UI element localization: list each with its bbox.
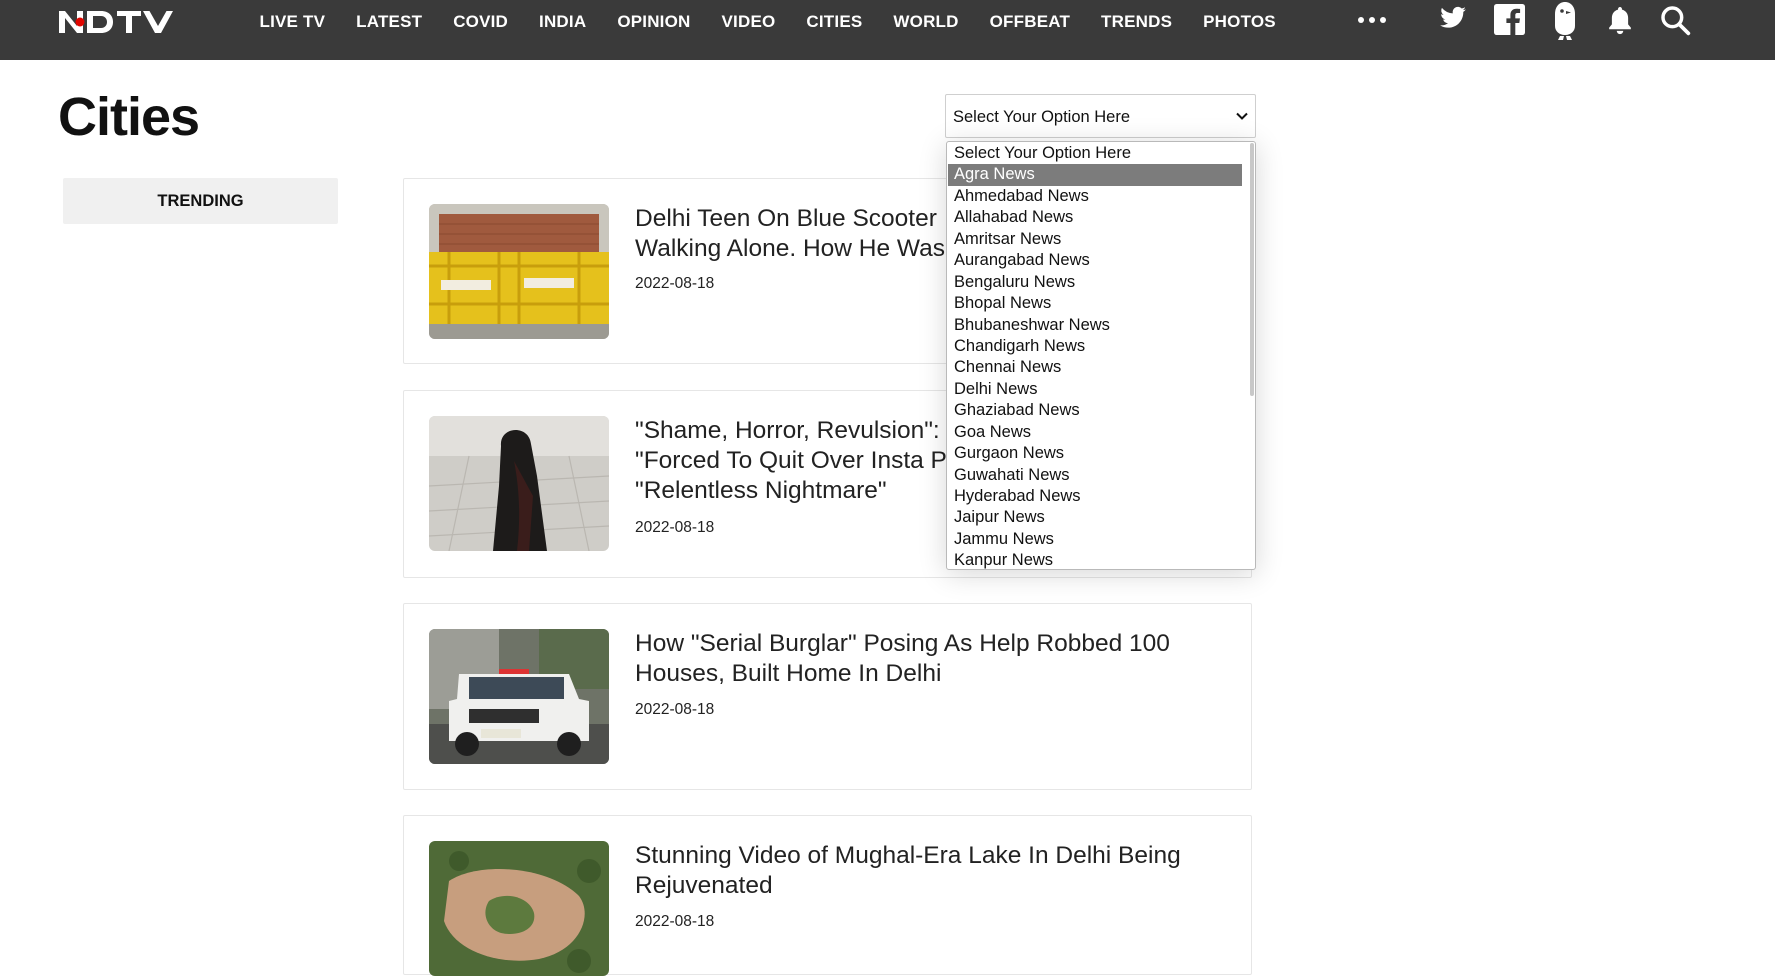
tab-trending[interactable]: TRENDING <box>63 178 338 224</box>
nav-item-live-tv[interactable]: LIVE TV <box>244 12 341 32</box>
nav-item-latest[interactable]: LATEST <box>341 12 438 32</box>
city-option[interactable]: Delhi News <box>948 379 1242 400</box>
article-date: 2022-08-18 <box>635 913 715 930</box>
headline-line: "Forced To Quit Over Insta P <box>635 447 947 474</box>
city-option[interactable]: Goa News <box>948 422 1242 443</box>
article-card[interactable]: Stunning Video of Mughal-Era Lake In Del… <box>403 815 1252 976</box>
article-thumbnail[interactable] <box>429 629 609 764</box>
article-headline[interactable]: Stunning Video of Mughal-Era Lake In Del… <box>635 841 1225 901</box>
city-option[interactable]: Jaipur News <box>948 507 1242 528</box>
city-dropdown-list: Select Your Option Here Agra News Ahmedaba… <box>946 141 1256 570</box>
ndtv-logo[interactable] <box>57 9 195 35</box>
city-option[interactable]: Kanpur News <box>948 550 1242 569</box>
city-option[interactable]: Aurangabad News <box>948 250 1242 271</box>
headline-line: How "Serial Burglar" Posing As Help Robb… <box>635 630 1170 657</box>
article-thumbnail[interactable] <box>429 416 609 551</box>
headline-line: Rejuvenated <box>635 872 773 899</box>
dropdown-scrollbar[interactable] <box>1250 143 1254 396</box>
article-card[interactable]: How "Serial Burglar" Posing As Help Robb… <box>403 603 1252 790</box>
more-icon[interactable] <box>1356 9 1388 31</box>
nav-item-opinion[interactable]: OPINION <box>602 12 706 32</box>
city-options: Select Your Option Here Agra News Ahmedaba… <box>948 143 1242 569</box>
nav-item-photos[interactable]: PHOTOS <box>1188 12 1292 32</box>
city-option[interactable]: Chennai News <box>948 357 1242 378</box>
city-option[interactable]: Jammu News <box>948 529 1242 550</box>
city-select-value: Select Your Option Here <box>953 108 1131 126</box>
twitter-icon[interactable] <box>1437 4 1469 32</box>
headline-line: "Relentless Nightmare" <box>635 477 887 504</box>
facebook-icon[interactable] <box>1494 4 1525 35</box>
headline-line: "Shame, Horror, Revulsion": I <box>635 417 954 444</box>
city-option[interactable]: Bhopal News <box>948 293 1242 314</box>
city-option[interactable]: Agra News <box>948 164 1242 186</box>
article-date: 2022-08-18 <box>635 275 715 292</box>
nav-item-covid[interactable]: COVID <box>438 12 524 32</box>
search-icon[interactable] <box>1659 4 1691 36</box>
top-nav-bar: LIVE TV LATEST COVID INDIA OPINION VIDEO… <box>0 0 1775 60</box>
nav-item-trends[interactable]: TRENDS <box>1086 12 1188 32</box>
nav-item-india[interactable]: INDIA <box>524 12 602 32</box>
nav-item-video[interactable]: VIDEO <box>706 12 791 32</box>
main-nav: LIVE TV LATEST COVID INDIA OPINION VIDEO… <box>244 0 1291 43</box>
headline-line: Delhi Teen On Blue Scooter <box>635 205 937 232</box>
city-option[interactable]: Select Your Option Here <box>948 143 1242 164</box>
city-option[interactable]: Bengaluru News <box>948 272 1242 293</box>
city-select[interactable]: Select Your Option Here <box>945 94 1256 138</box>
article-headline[interactable]: How "Serial Burglar" Posing As Help Robb… <box>635 629 1225 689</box>
city-option[interactable]: Guwahati News <box>948 465 1242 486</box>
city-option[interactable]: Gurgaon News <box>948 443 1242 464</box>
article-thumbnail[interactable] <box>429 204 609 339</box>
article-date: 2022-08-18 <box>635 701 715 718</box>
headline-line: Walking Alone. How He Was <box>635 235 945 262</box>
article-thumbnail[interactable] <box>429 841 609 976</box>
headline-line: Houses, Built Home In Delhi <box>635 660 942 687</box>
bell-icon[interactable] <box>1607 4 1633 36</box>
headline-line: Stunning Video of Mughal-Era Lake In Del… <box>635 842 1181 869</box>
nav-item-world[interactable]: WORLD <box>878 12 974 32</box>
nav-item-offbeat[interactable]: OFFBEAT <box>974 12 1085 32</box>
chevron-down-icon <box>1235 109 1249 128</box>
city-option[interactable]: Hyderabad News <box>948 486 1242 507</box>
city-option[interactable]: Bhubaneshwar News <box>948 315 1242 336</box>
city-option[interactable]: Allahabad News <box>948 207 1242 228</box>
city-option[interactable]: Amritsar News <box>948 229 1242 250</box>
page-title: Cities <box>58 87 200 147</box>
city-option[interactable]: Ghaziabad News <box>948 400 1242 421</box>
nav-item-cities[interactable]: CITIES <box>791 12 878 32</box>
city-option[interactable]: Ahmedabad News <box>948 186 1242 207</box>
article-date: 2022-08-18 <box>635 519 715 536</box>
koo-icon[interactable] <box>1549 0 1581 42</box>
city-option[interactable]: Chandigarh News <box>948 336 1242 357</box>
